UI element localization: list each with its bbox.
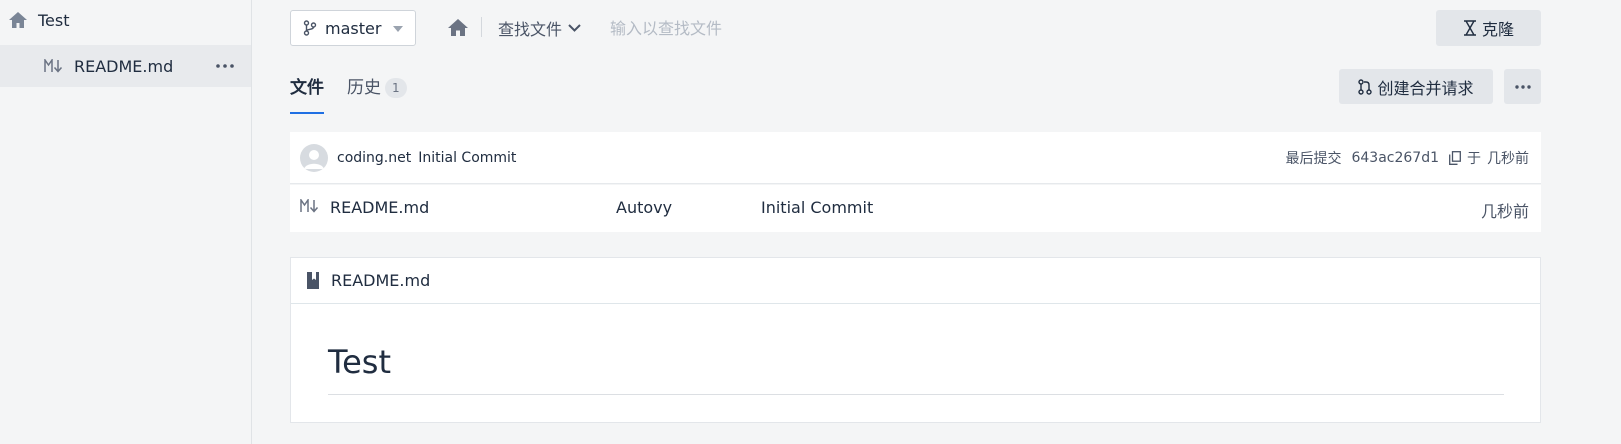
create-merge-request-button[interactable]: 创建合并请求	[1339, 69, 1493, 104]
readme-file-name: README.md	[331, 271, 431, 290]
find-file-label: 查找文件	[498, 20, 563, 39]
readme-heading: Test	[328, 342, 1504, 395]
commit-time: 几秒前	[1487, 151, 1529, 167]
file-commit-message[interactable]: Initial Commit	[761, 198, 873, 217]
find-file-dropdown[interactable]: 查找文件	[498, 16, 581, 40]
copy-icon[interactable]	[1449, 151, 1461, 165]
tab-history[interactable]: 历史 1	[347, 76, 407, 114]
sidebar-file-label: README.md	[74, 56, 174, 76]
home-icon[interactable]	[446, 16, 470, 38]
markdown-icon	[300, 199, 320, 213]
caret-down-icon	[393, 26, 403, 32]
tab-history-label: 历史	[347, 78, 381, 98]
clone-button[interactable]: 克隆	[1436, 10, 1541, 46]
branch-select[interactable]: master	[290, 10, 416, 46]
chevron-down-icon	[568, 24, 581, 32]
commit-time-prefix: 于	[1467, 151, 1481, 167]
clone-button-label: 克隆	[1481, 22, 1514, 39]
tab-files[interactable]: 文件	[290, 76, 324, 114]
commit-author[interactable]: coding.net	[337, 150, 411, 166]
more-actions-button[interactable]	[1504, 69, 1541, 104]
commit-meta: 最后提交 643ac267d1 于 几秒前	[1285, 132, 1529, 184]
latest-commit-bar: coding.net Initial Commit 最后提交 643ac267d…	[290, 132, 1541, 184]
file-search-input[interactable]	[610, 14, 850, 42]
path-divider	[481, 17, 482, 37]
file-list-row[interactable]: README.md Autovy Initial Commit 几秒前	[290, 185, 1541, 232]
more-horizontal-icon	[1514, 84, 1531, 89]
readme-header: README.md	[291, 258, 1540, 304]
main-content: master 查找文件 克隆 文件 历史 1 创建合并请求	[290, 0, 1541, 444]
git-branch-icon	[303, 20, 317, 36]
sidebar: Test README.md	[0, 0, 252, 444]
sidebar-item-root[interactable]: Test	[0, 0, 251, 40]
book-icon	[305, 271, 321, 290]
last-commit-label: 最后提交	[1285, 151, 1342, 167]
markdown-icon	[44, 59, 64, 73]
file-author: Autovy	[616, 198, 673, 217]
readme-panel: README.md Test	[290, 257, 1541, 423]
sidebar-item-readme[interactable]: README.md	[0, 45, 251, 87]
clone-icon	[1463, 20, 1477, 36]
commit-hash[interactable]: 643ac267d1	[1351, 150, 1439, 166]
history-count-badge: 1	[385, 78, 407, 98]
merge-request-icon	[1358, 78, 1373, 95]
file-name[interactable]: README.md	[330, 198, 429, 217]
more-horizontal-icon[interactable]	[215, 57, 235, 75]
merge-request-label: 创建合并请求	[1377, 80, 1474, 98]
sidebar-root-label: Test	[38, 10, 70, 30]
file-time: 几秒前	[1480, 202, 1529, 221]
commit-message[interactable]: Initial Commit	[418, 150, 516, 166]
home-icon	[8, 11, 28, 29]
user-avatar[interactable]	[300, 143, 328, 172]
readme-body: Test	[328, 342, 1504, 395]
branch-name: master	[325, 18, 382, 38]
